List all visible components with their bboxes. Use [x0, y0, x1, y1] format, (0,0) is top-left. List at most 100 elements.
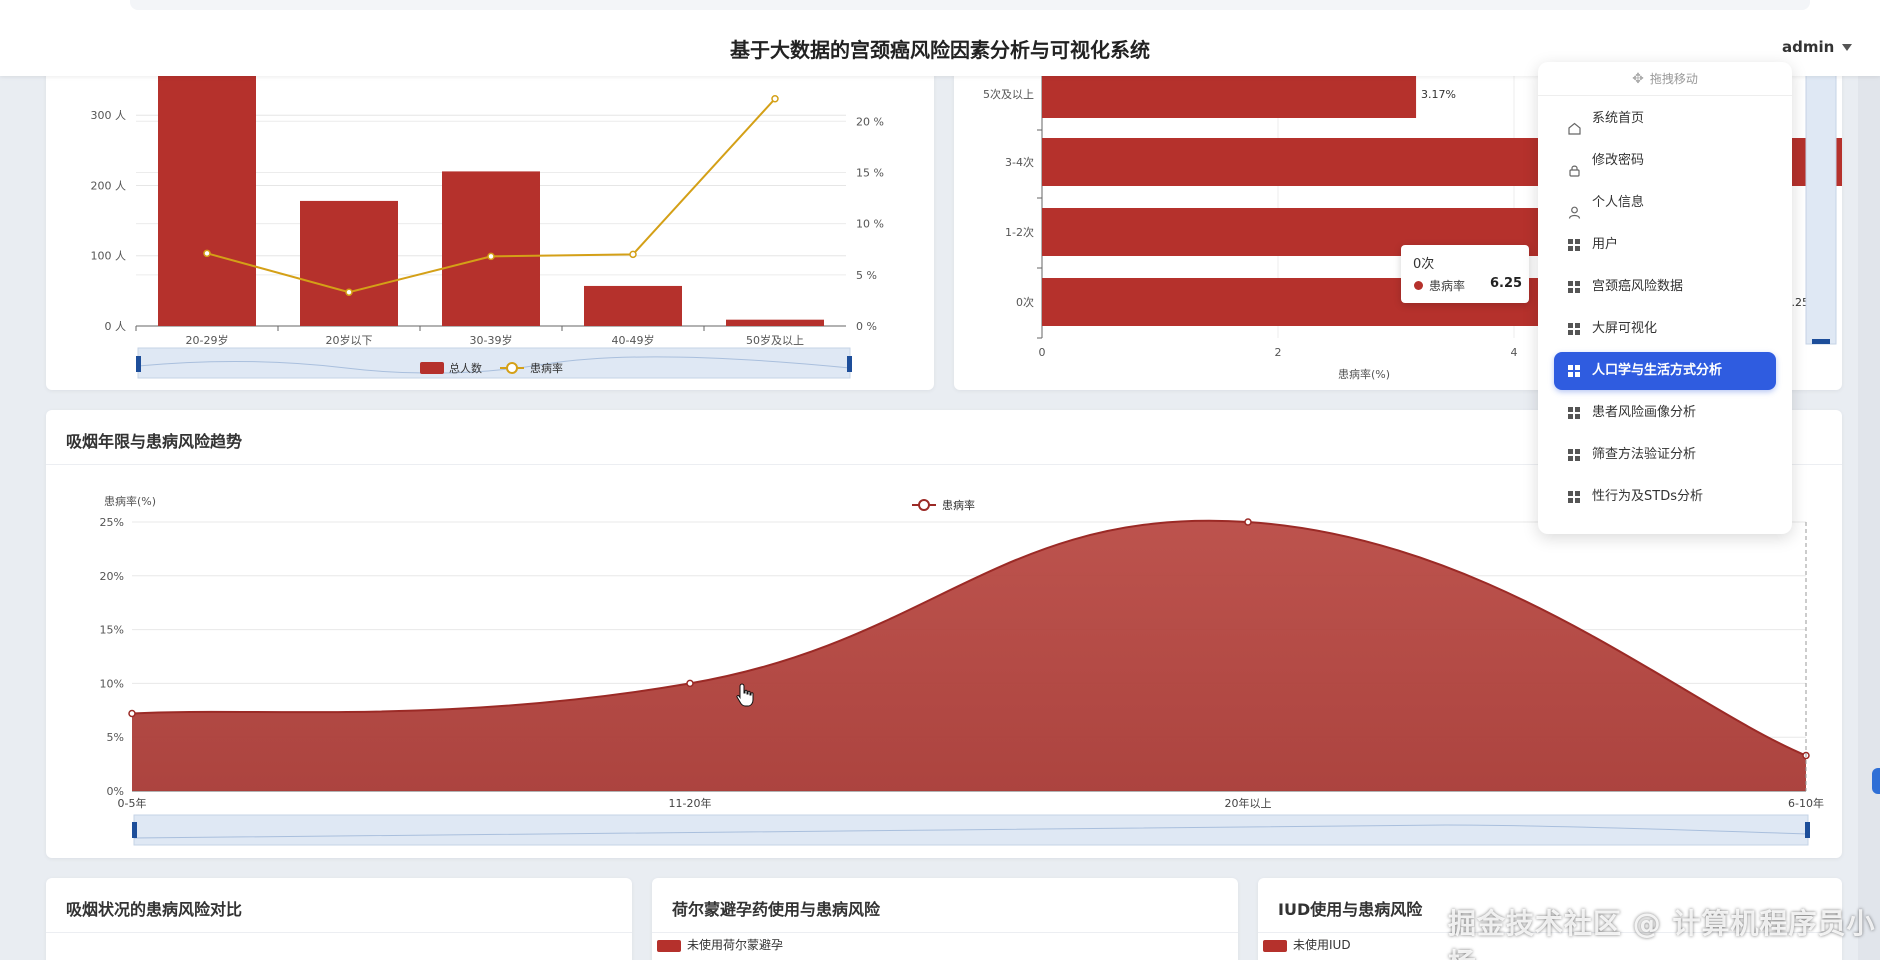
menu-item-label: 宫颈癌风险数据: [1592, 279, 1684, 294]
data-point: [128, 709, 136, 718]
rate-point: [629, 250, 637, 259]
slider-handle: [1812, 339, 1830, 344]
bar: [442, 171, 540, 326]
menu-item[interactable]: 人口学与生活方式分析: [1554, 352, 1776, 390]
drag-handle[interactable]: ✥ 拖拽移动: [1538, 62, 1792, 96]
tooltip-value: 6.25: [1490, 276, 1523, 291]
top-strip: [130, 0, 1810, 10]
menu-item[interactable]: 个人信息: [1554, 184, 1776, 222]
data-point: [686, 679, 694, 688]
bar: [300, 200, 398, 326]
menu-item-label: 系统首页: [1592, 111, 1645, 126]
menu-item[interactable]: 系统首页: [1554, 100, 1776, 138]
card-title: IUD使用与患病风险: [1278, 900, 1423, 919]
legend-label: 未使用IUD: [1293, 938, 1351, 952]
x-tick-label: 40-49岁: [612, 333, 655, 347]
side-handle[interactable]: [1872, 768, 1880, 794]
y2-tick-label: 20 %: [856, 115, 884, 128]
scroll-area-edge: [1858, 60, 1880, 960]
x-tick-label: 2: [1275, 346, 1282, 359]
user-icon: [1568, 197, 1581, 219]
chevron-down-icon: [1842, 44, 1853, 51]
menu-item-label: 大屏可视化: [1592, 321, 1658, 336]
x-tick-label: 6-10年: [1788, 796, 1824, 810]
move-icon: ✥: [1632, 71, 1644, 87]
zoom-slider: [137, 347, 851, 379]
menu-item[interactable]: 用户: [1554, 226, 1776, 264]
user-menu[interactable]: admin: [1782, 38, 1853, 56]
slider-handle-right: [1805, 822, 1810, 838]
y-tick-label: 10%: [100, 677, 124, 690]
card-title: 荷尔蒙避孕药使用与患病风险: [672, 900, 881, 919]
x-tick-label: 0: [1039, 346, 1046, 359]
menu-item[interactable]: 患者风险画像分析: [1554, 394, 1776, 432]
rate-point: [345, 288, 353, 296]
drag-label: 拖拽移动: [1649, 72, 1698, 86]
legend-marker: [506, 362, 518, 374]
age-chart: 0 人 100 人 200 人 300 人 0 % 5 % 10 % 15 % 20 % 20-2…: [91, 66, 884, 379]
x-tick-label: 50岁及以上: [746, 333, 804, 347]
legend-label: 未使用荷尔蒙避孕: [687, 938, 784, 952]
y-tick-label: 3-4次: [1005, 155, 1034, 169]
menu-item-label: 个人信息: [1592, 195, 1645, 210]
chart-tooltip: 0次 患病率 6.25: [1401, 245, 1529, 303]
bar: [584, 285, 682, 326]
y-tick-label: 100 人: [91, 250, 127, 263]
legend-item[interactable]: 未使用IUD: [1263, 936, 1351, 953]
username: admin: [1782, 38, 1835, 56]
y-tick-label: 20%: [100, 570, 124, 583]
legend-label: 患病率: [942, 498, 975, 512]
legend-item[interactable]: 未使用荷尔蒙避孕: [657, 936, 783, 953]
grid-icon: [1568, 239, 1581, 252]
y-tick-label: 15%: [100, 624, 124, 637]
y-tick-label: 0 人: [105, 320, 127, 333]
data-point: [1244, 518, 1252, 526]
divider: [652, 932, 1238, 933]
age-chart-card: 0 人 100 人 200 人 300 人 0 % 5 % 10 % 15 % 20 % 20-2…: [46, 66, 934, 390]
slider-handle-left: [132, 822, 137, 838]
legend-label: 总人数: [449, 361, 482, 375]
y2-tick-label: 15 %: [856, 166, 884, 179]
area-fill: [132, 520, 1806, 791]
page-title: 基于大数据的宫颈癌风险因素分析与可视化系统: [730, 38, 1150, 62]
menu-item-label: 用户: [1592, 237, 1619, 252]
y-tick-label: 25%: [100, 516, 124, 529]
floating-nav-menu: ✥ 拖拽移动 系统首页修改密码个人信息用户宫颈癌风险数据 大屏可视化人口学与生活方式…: [1538, 62, 1792, 534]
x-axis-label: 患病率(%): [1338, 367, 1390, 381]
menu-item-label: 性行为及STDs分析: [1592, 489, 1703, 504]
y-tick-label: 300 人: [91, 109, 127, 122]
zoom-slider: [1805, 66, 1837, 345]
legend-label: 患病率: [530, 361, 563, 375]
divider: [46, 932, 632, 933]
x-tick-label: 11-20年: [669, 796, 712, 810]
menu-item[interactable]: 宫颈癌风险数据: [1554, 268, 1776, 306]
legend-marker: [918, 499, 930, 511]
menu-item-label: 筛查方法验证分析: [1592, 447, 1697, 462]
card-title: 吸烟状况的患病风险对比: [66, 900, 243, 919]
grid-icon: [1568, 281, 1581, 294]
bar: [726, 319, 824, 326]
legend-swatch: [657, 939, 681, 952]
grid-icon: [1568, 491, 1581, 504]
y2-tick-label: 5 %: [856, 269, 877, 282]
y-tick-label: 1-2次: [1005, 225, 1034, 239]
tooltip-series: 患病率: [1429, 279, 1466, 293]
x-tick-label: 0-5年: [118, 796, 147, 810]
tooltip-title: 0次: [1413, 257, 1435, 272]
menu-item[interactable]: 修改密码: [1554, 142, 1776, 180]
y-axis-label: 患病率(%): [104, 494, 156, 508]
x-tick-label: 20岁以下: [326, 333, 373, 347]
slider-handle-right: [847, 356, 852, 372]
menu-item[interactable]: 大屏可视化: [1554, 310, 1776, 348]
x-tick-label: 30-39岁: [470, 333, 513, 347]
rate-point: [771, 95, 779, 103]
hand-cursor-icon: [736, 683, 754, 707]
x-tick-label: 4: [1511, 346, 1518, 359]
home-icon: [1568, 113, 1581, 135]
y-tick-label: 200 人: [91, 179, 127, 192]
legend-swatch: [1263, 939, 1287, 952]
grid-icon: [1568, 407, 1581, 420]
menu-item[interactable]: 筛查方法验证分析: [1554, 436, 1776, 474]
menu-item[interactable]: 性行为及STDs分析: [1554, 478, 1776, 516]
x-tick-label: 20年以上: [1225, 796, 1272, 810]
